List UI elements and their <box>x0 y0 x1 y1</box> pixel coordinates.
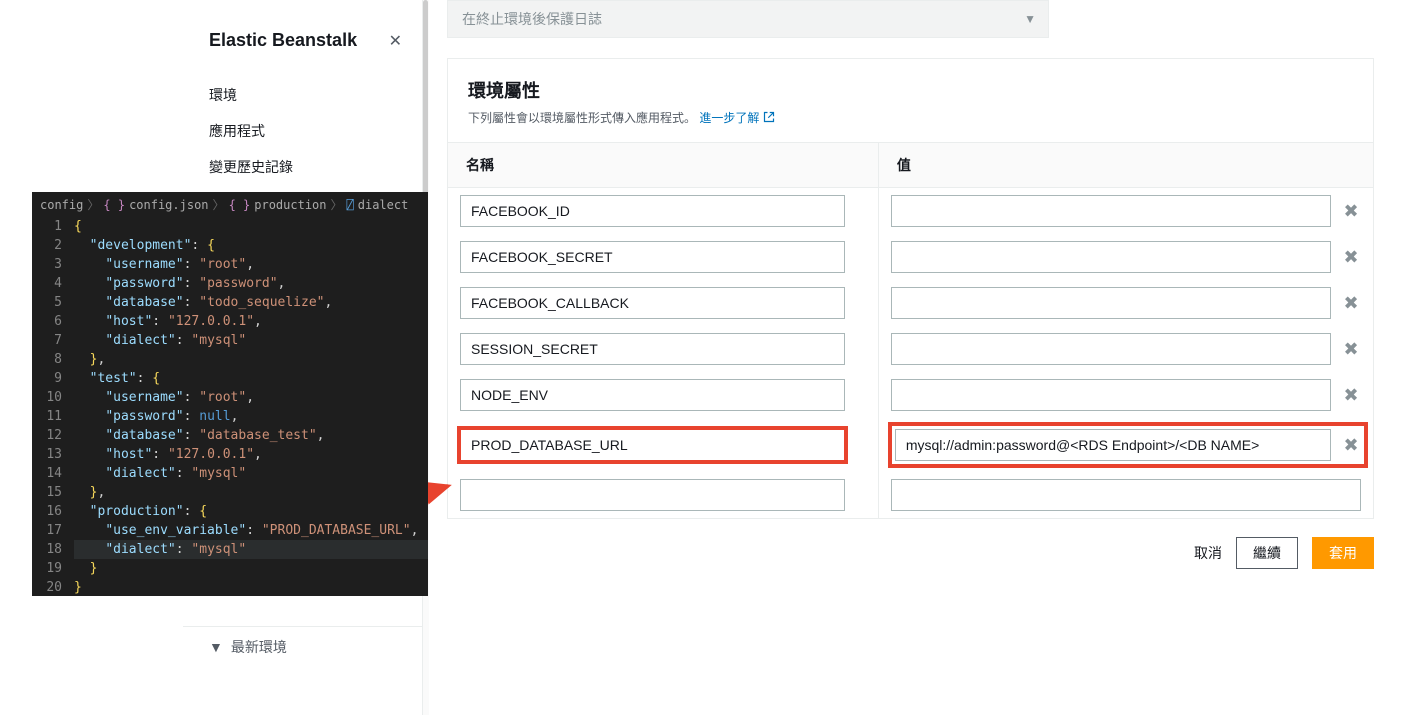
property-name-input[interactable] <box>460 195 845 227</box>
external-link-icon <box>763 111 775 123</box>
code-area[interactable]: { "development": { "username": "root", "… <box>74 217 428 596</box>
property-value-input[interactable] <box>891 379 1331 411</box>
sidebar-title: Elastic Beanstalk <box>209 30 357 51</box>
learn-more-link[interactable]: 進一步了解 <box>699 111 774 125</box>
column-header-name: 名稱 <box>448 143 878 188</box>
recent-environments-toggle[interactable]: ▼ 最新環境 <box>183 626 422 667</box>
property-name-input[interactable] <box>460 333 845 365</box>
panel-title: 環境屬性 <box>468 77 1353 103</box>
property-value-input[interactable] <box>895 429 1331 461</box>
remove-row-icon[interactable]: ✖ <box>1341 247 1361 268</box>
remove-row-icon[interactable]: ✖ <box>1341 293 1361 314</box>
property-value-input[interactable] <box>891 333 1331 365</box>
sidebar-item[interactable]: 環境 <box>183 77 422 113</box>
property-name-input[interactable] <box>460 241 845 273</box>
remove-row-icon[interactable]: ✖ <box>1341 435 1361 456</box>
cancel-button[interactable]: 取消 <box>1194 543 1222 563</box>
breadcrumb: config〉{ } config.json〉{ } production〉⍁ … <box>32 192 428 217</box>
env-properties-table: 名稱 值 ✖ ✖ ✖ ✖ ✖ ✖ <box>448 143 1373 518</box>
code-editor: config〉{ } config.json〉{ } production〉⍁ … <box>32 192 428 596</box>
sidebar-item[interactable]: 變更歷史記錄 <box>183 149 422 185</box>
remove-row-icon[interactable]: ✖ <box>1341 201 1361 222</box>
property-value-input[interactable] <box>891 195 1331 227</box>
column-header-value: 值 <box>878 143 1373 188</box>
line-gutter: 123456789101112131415161718192021 <box>32 217 74 596</box>
env-properties-panel: 環境屬性 下列屬性會以環境屬性形式傳入應用程式。 進一步了解 名稱 值 ✖ ✖ ✖ ✖… <box>447 58 1374 519</box>
remove-row-icon[interactable]: ✖ <box>1341 339 1361 360</box>
recent-environments-label: 最新環境 <box>231 637 287 657</box>
property-name-input[interactable] <box>460 379 845 411</box>
apply-button[interactable]: 套用 <box>1312 537 1374 569</box>
table-row: ✖ <box>448 188 1373 235</box>
property-name-input[interactable] <box>460 429 845 461</box>
property-value-input[interactable] <box>891 287 1331 319</box>
close-icon[interactable]: ✕ <box>389 31 402 51</box>
property-name-input[interactable] <box>460 287 845 319</box>
table-row: ✖ <box>448 234 1373 280</box>
caret-down-icon: ▼ <box>209 639 223 655</box>
table-row: ✖ <box>448 372 1373 418</box>
property-value-input[interactable] <box>891 479 1361 511</box>
caret-down-icon: ▼ <box>1024 12 1036 26</box>
property-value-input[interactable] <box>891 241 1331 273</box>
actions-row: 取消 繼續 套用 <box>423 519 1374 569</box>
table-row <box>448 472 1373 518</box>
continue-button[interactable]: 繼續 <box>1236 537 1298 569</box>
property-name-input[interactable] <box>460 479 845 511</box>
table-row: ✖ <box>448 280 1373 326</box>
sidebar-item[interactable]: 應用程式 <box>183 113 422 149</box>
main-content: 在終止環境後保護日誌 ▼ 環境屬性 下列屬性會以環境屬性形式傳入應用程式。 進一… <box>423 0 1374 715</box>
remove-row-icon[interactable]: ✖ <box>1341 385 1361 406</box>
log-protection-expander[interactable]: 在終止環境後保護日誌 ▼ <box>447 0 1049 38</box>
table-row: ✖ <box>448 418 1373 472</box>
panel-description: 下列屬性會以環境屬性形式傳入應用程式。 進一步了解 <box>468 109 1353 126</box>
table-row: ✖ <box>448 326 1373 372</box>
expander-title: 在終止環境後保護日誌 <box>462 9 602 29</box>
